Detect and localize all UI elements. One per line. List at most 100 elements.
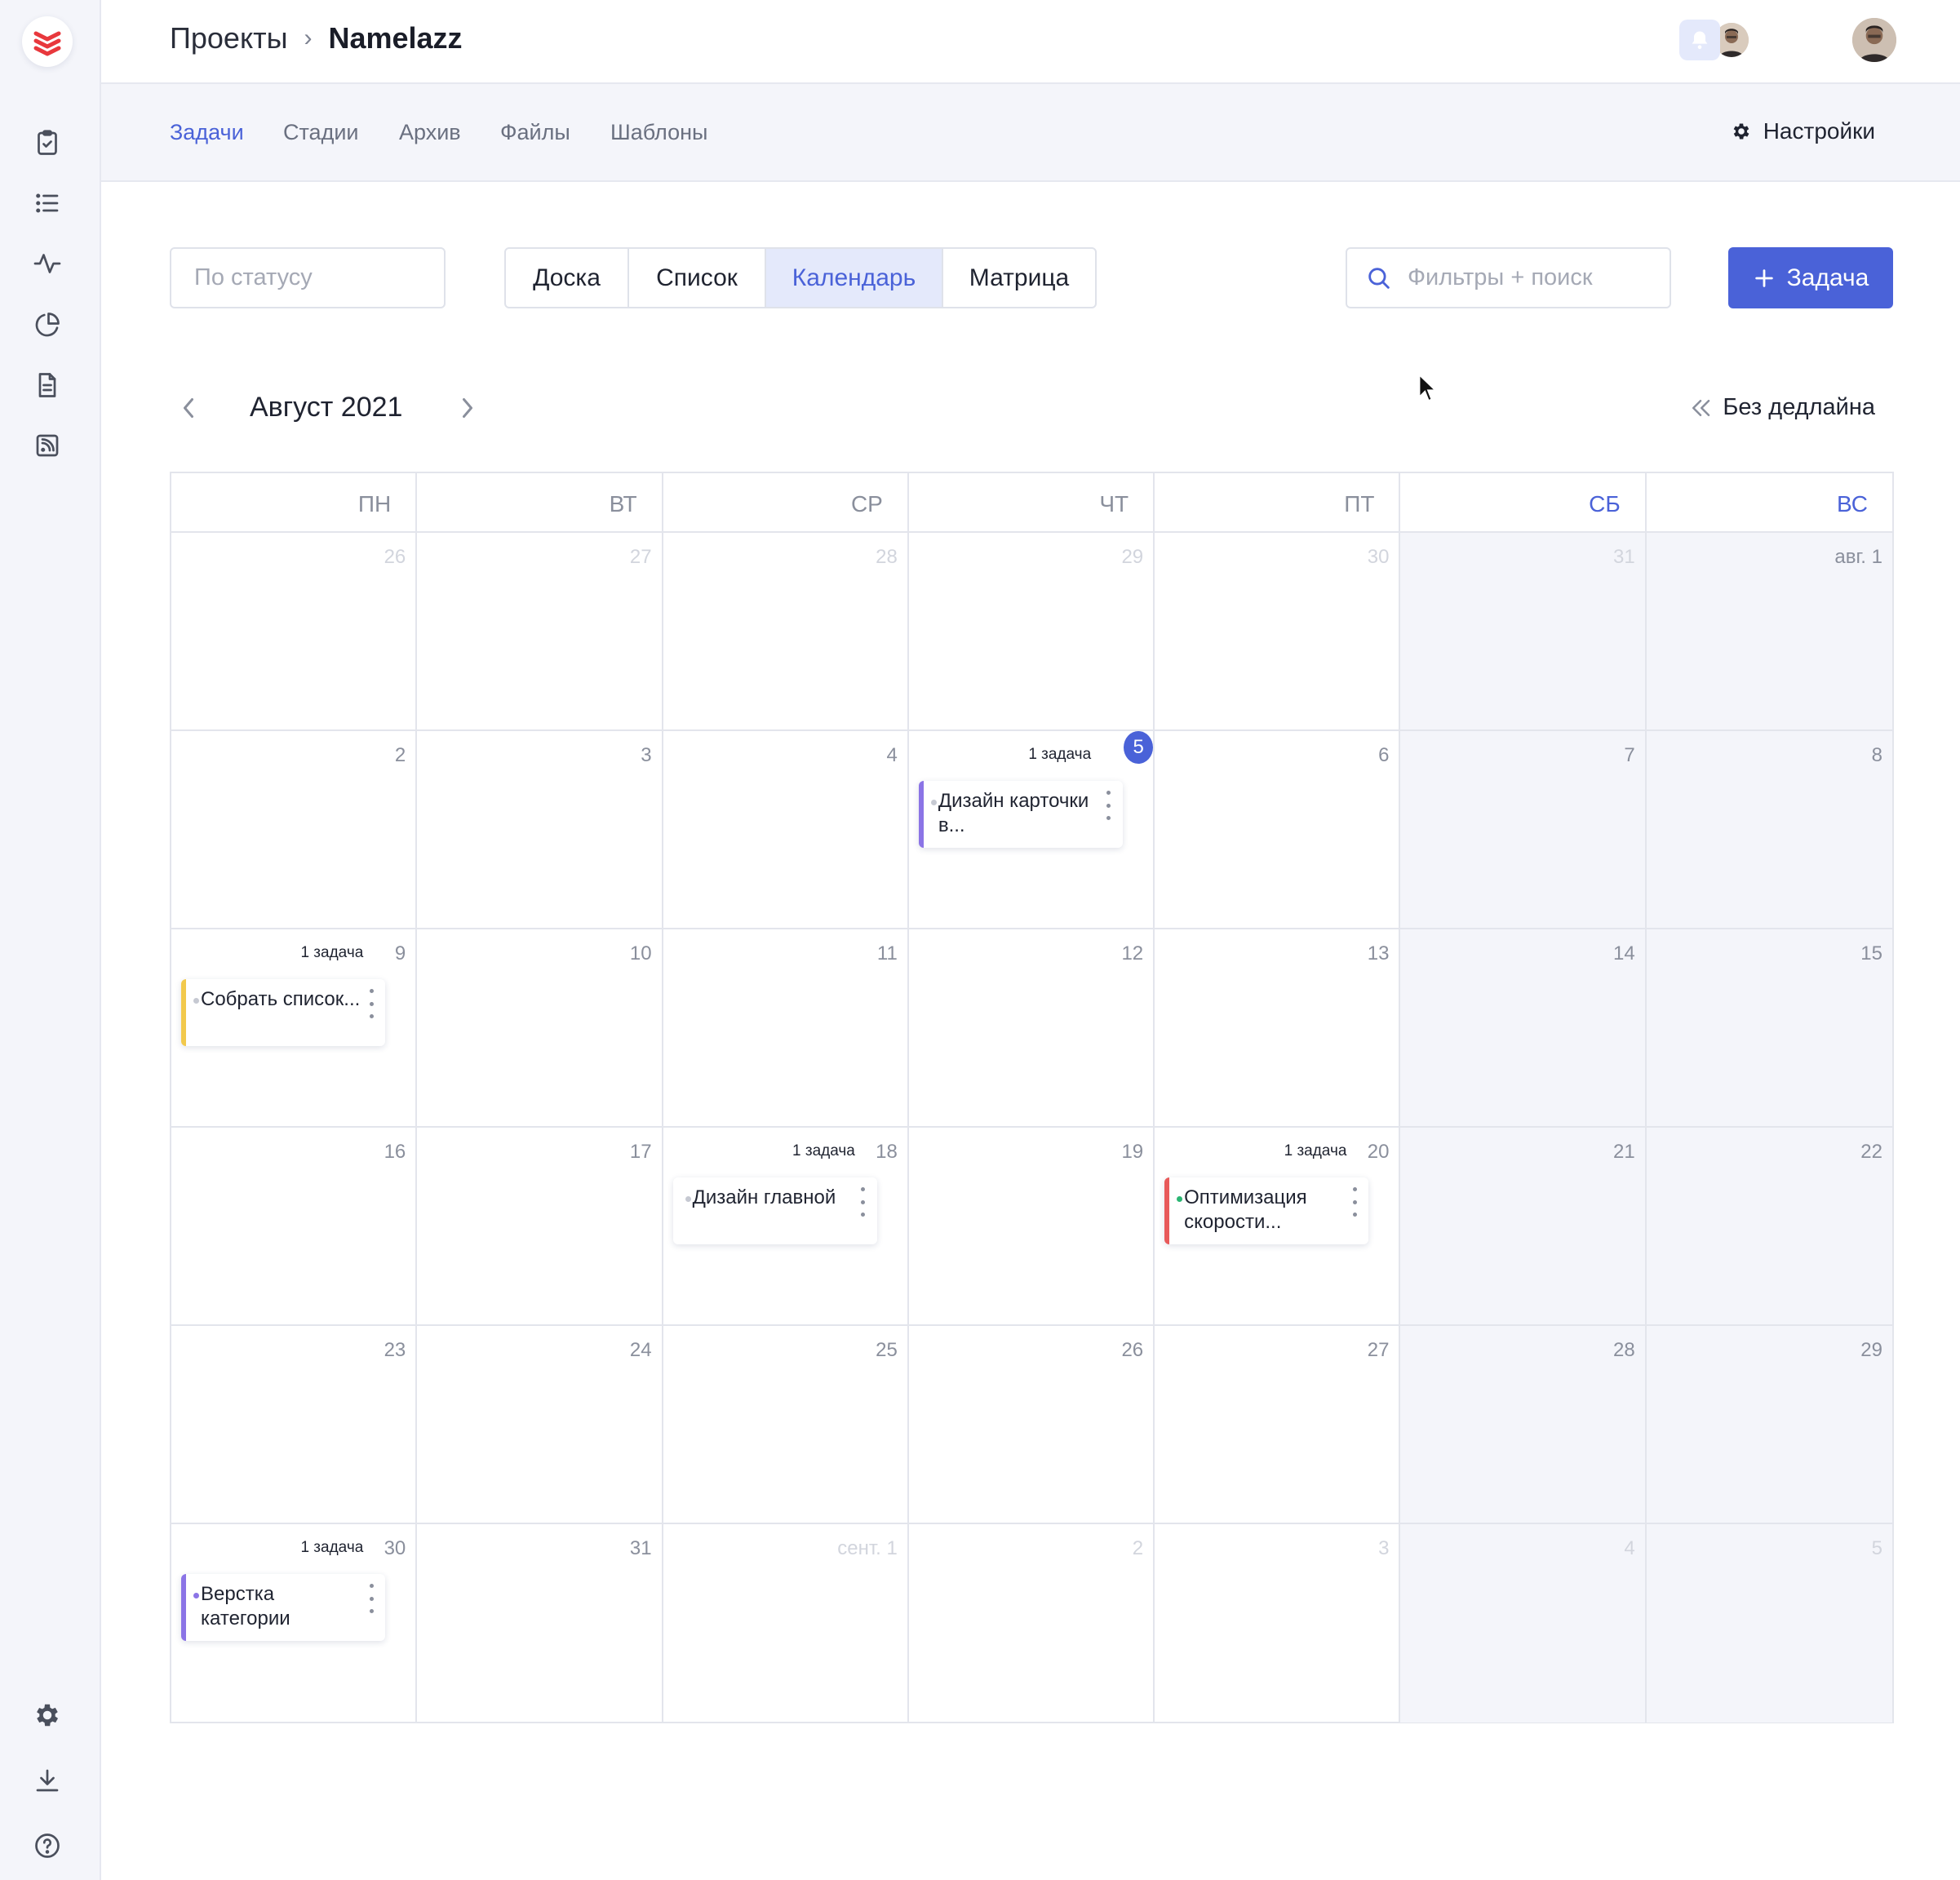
calendar-day-cell[interactable]: 26 — [171, 533, 418, 731]
day-number: 14 — [1613, 942, 1635, 964]
add-task-button[interactable]: Задача — [1728, 247, 1893, 308]
calendar-day-cell[interactable]: 23 — [171, 1326, 418, 1524]
calendar-day-cell[interactable]: 30 1 задача Верстка категории — [171, 1524, 418, 1723]
bell-icon — [1692, 31, 1708, 50]
calendar-day-cell[interactable]: 30 — [1155, 533, 1401, 731]
view-calendar[interactable]: Календарь — [766, 249, 943, 307]
sidebar-settings[interactable] — [28, 1696, 67, 1735]
add-task-label: Задача — [1786, 264, 1869, 291]
sidebar-documents[interactable] — [28, 366, 67, 405]
view-list[interactable]: Список — [629, 249, 766, 307]
calendar-day-cell[interactable]: 29 — [1646, 1326, 1892, 1524]
view-board[interactable]: Доска — [506, 249, 629, 307]
calendar-day-cell[interactable]: 26 — [908, 1326, 1155, 1524]
calendar-day-cell[interactable]: 2 — [909, 1524, 1155, 1723]
task-card[interactable]: Дизайн карточки в... — [918, 781, 1123, 848]
calendar-day-cell[interactable]: 8 — [1646, 731, 1892, 929]
calendar-day-cell[interactable]: 31 — [1400, 533, 1647, 731]
status-filter-input[interactable]: По статусу — [170, 247, 446, 308]
view-matrix[interactable]: Матрица — [943, 249, 1095, 307]
calendar-day-cell[interactable]: 11 — [663, 929, 909, 1128]
day-number: 26 — [384, 546, 406, 568]
breadcrumb: Проекты › Namelazz — [170, 21, 463, 55]
calendar-day-cell[interactable]: 27 — [417, 533, 663, 731]
gear-icon — [1733, 123, 1749, 140]
calendar-day-cell[interactable]: 6 — [1155, 731, 1401, 929]
breadcrumb-projects[interactable]: Проекты — [170, 21, 287, 55]
calendar-day-cell[interactable]: 2 — [171, 731, 418, 929]
weekday-label: ВТ — [417, 473, 663, 531]
calendar-day-cell[interactable]: сент. 1 — [663, 1524, 909, 1723]
search-input[interactable]: Фильтры + поиск — [1346, 247, 1671, 308]
sidebar-reports[interactable] — [28, 305, 67, 344]
tab-templates[interactable]: Шаблоны — [610, 120, 707, 145]
calendar-day-cell[interactable]: 13 — [1155, 929, 1401, 1128]
calendar-day-cell[interactable]: 31 — [417, 1524, 663, 1723]
calendar-day-cell[interactable]: 3 — [1155, 1524, 1401, 1723]
tab-tasks[interactable]: Задачи — [170, 120, 244, 145]
sidebar-feed[interactable] — [28, 426, 67, 465]
calendar-day-cell[interactable]: 22 — [1646, 1128, 1892, 1326]
calendar-day-cell[interactable]: 5 — [1646, 1524, 1892, 1723]
day-number: 30 — [1367, 546, 1390, 568]
logo-icon — [33, 31, 61, 56]
sidebar-tasks[interactable] — [28, 123, 67, 162]
calendar-day-cell[interactable]: 25 — [663, 1326, 909, 1524]
calendar-day-cell[interactable]: 4 — [1400, 1524, 1647, 1723]
calendar-day-cell[interactable]: 20 1 задача Оптимизация скорости... — [1155, 1128, 1401, 1326]
task-card[interactable]: Собрать список... — [181, 979, 385, 1046]
tab-stages[interactable]: Стадии — [283, 120, 359, 145]
profile-avatar[interactable] — [1852, 18, 1896, 62]
sidebar-download[interactable] — [28, 1761, 67, 1800]
calendar-day-cell[interactable]: 24 — [417, 1326, 663, 1524]
sidebar-help[interactable] — [28, 1826, 67, 1865]
calendar-day-cell[interactable]: 4 — [663, 731, 909, 929]
day-number: 27 — [629, 546, 652, 568]
day-number: 16 — [384, 1141, 406, 1163]
day-number: 29 — [1860, 1339, 1882, 1361]
tab-archive[interactable]: Архив — [399, 120, 461, 145]
calendar-day-cell[interactable]: 21 — [1400, 1128, 1647, 1326]
sidebar-activity[interactable] — [28, 244, 67, 283]
calendar-day-cell[interactable]: 27 — [1155, 1326, 1401, 1524]
task-card[interactable]: Верстка категории — [181, 1574, 385, 1641]
calendar-day-cell[interactable]: 10 — [417, 929, 663, 1128]
calendar-day-cell[interactable]: 15 — [1646, 929, 1892, 1128]
calendar-day-cell[interactable]: 17 — [417, 1128, 663, 1326]
task-card[interactable]: Оптимизация скорости... — [1164, 1177, 1369, 1244]
more-vertical-icon[interactable] — [366, 989, 377, 1018]
task-count: 1 задача — [300, 1539, 364, 1556]
calendar-day-cell[interactable]: 12 — [908, 929, 1155, 1128]
calendar-day-cell[interactable]: авг. 1 — [1646, 533, 1892, 731]
calendar-day-cell[interactable]: 29 — [908, 533, 1155, 731]
more-vertical-icon[interactable] — [1103, 791, 1115, 820]
calendar-day-cell[interactable]: 14 — [1400, 929, 1647, 1128]
calendar-days: 26 27 28 29 30 31 авг. 123451 задача Дизайн кар… — [171, 533, 1892, 1723]
day-number: 4 — [886, 744, 898, 766]
calendar-day-cell[interactable]: 28 — [1400, 1326, 1647, 1524]
calendar-day-cell[interactable]: 3 — [417, 731, 663, 929]
calendar-day-cell[interactable]: 18 1 задача Дизайн главной — [663, 1128, 909, 1326]
prev-month-button[interactable] — [174, 392, 203, 424]
tab-files[interactable]: Файлы — [500, 120, 570, 145]
calendar-day-cell[interactable]: 16 — [171, 1128, 418, 1326]
sidebar-list[interactable] — [28, 184, 67, 223]
calendar-day-cell[interactable]: 5 1 задача Дизайн карточки в... — [908, 731, 1155, 929]
calendar-day-cell[interactable]: 7 — [1400, 731, 1647, 929]
more-vertical-icon[interactable] — [1349, 1187, 1360, 1217]
more-vertical-icon[interactable] — [366, 1584, 377, 1613]
calendar-day-cell[interactable]: 28 — [663, 533, 909, 731]
settings-button[interactable]: Настройки — [1731, 118, 1875, 144]
app-logo[interactable] — [22, 16, 73, 67]
calendar-day-cell[interactable]: 19 — [908, 1128, 1155, 1326]
list-icon — [36, 193, 59, 213]
no-deadline-toggle[interactable]: Без дедлайна — [1688, 394, 1875, 421]
calendar-day-cell[interactable]: 9 1 задача Собрать список... — [171, 929, 418, 1128]
more-vertical-icon[interactable] — [858, 1187, 869, 1217]
notifications-button[interactable] — [1679, 20, 1720, 60]
task-card[interactable]: Дизайн главной — [672, 1177, 877, 1244]
status-dot-icon — [930, 800, 937, 805]
day-number: 29 — [1121, 546, 1144, 568]
download-icon — [36, 1769, 59, 1792]
next-month-button[interactable] — [453, 392, 482, 424]
